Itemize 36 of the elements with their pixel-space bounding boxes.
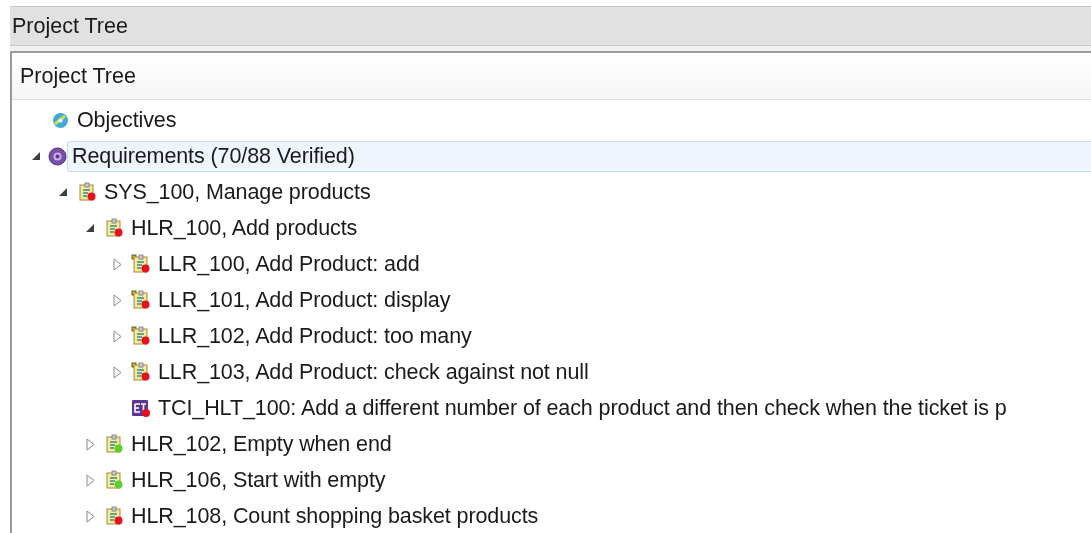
tree-item[interactable]: HLR_108, Count shopping basket products — [126, 500, 544, 532]
document-icon — [104, 218, 124, 238]
expand-arrow-icon[interactable] — [112, 257, 122, 271]
expand-arrow-icon[interactable] — [112, 293, 122, 307]
document-icon — [131, 362, 151, 382]
tree-item[interactable]: LLR_102, Add Product: too many — [153, 320, 477, 352]
globe-icon — [51, 111, 69, 129]
document-icon — [131, 290, 151, 310]
document-icon — [104, 470, 124, 490]
document-icon — [104, 506, 124, 526]
tree-item[interactable]: Objectives — [72, 104, 182, 136]
collapse-arrow-icon[interactable] — [85, 223, 95, 233]
document-icon — [131, 326, 151, 346]
expand-arrow-icon[interactable] — [112, 329, 122, 343]
document-icon — [131, 254, 151, 274]
expand-arrow-icon[interactable] — [112, 365, 122, 379]
expand-arrow-icon[interactable] — [85, 437, 95, 451]
window-title: Project Tree — [11, 13, 128, 39]
collapse-arrow-icon[interactable] — [31, 151, 41, 161]
tree-item[interactable]: HLR_100, Add products — [126, 212, 363, 244]
document-icon — [77, 182, 97, 202]
tree-item[interactable]: SYS_100, Manage products — [99, 176, 376, 208]
tree-item[interactable]: HLR_102, Empty when end — [126, 428, 397, 460]
test-case-icon — [131, 398, 151, 418]
sphere-icon — [48, 146, 67, 166]
tree-item[interactable]: TCI_HLT_100: Add a different number of each product and then check when the ticket is p — [153, 392, 1012, 424]
tree-item[interactable]: Requirements (70/88 Verified) — [67, 140, 1091, 172]
collapse-arrow-icon[interactable] — [58, 187, 68, 197]
panel-title: Project Tree — [19, 63, 136, 89]
tree-item[interactable]: LLR_101, Add Product: display — [153, 284, 456, 316]
tree-item[interactable]: LLR_103, Add Product: check against not null — [153, 356, 594, 388]
expand-arrow-icon[interactable] — [85, 509, 95, 523]
document-icon — [104, 434, 124, 454]
expand-arrow-icon[interactable] — [85, 473, 95, 487]
tree-item[interactable]: LLR_100, Add Product: add — [153, 248, 425, 280]
tree-item[interactable]: HLR_106, Start with empty — [126, 464, 391, 496]
